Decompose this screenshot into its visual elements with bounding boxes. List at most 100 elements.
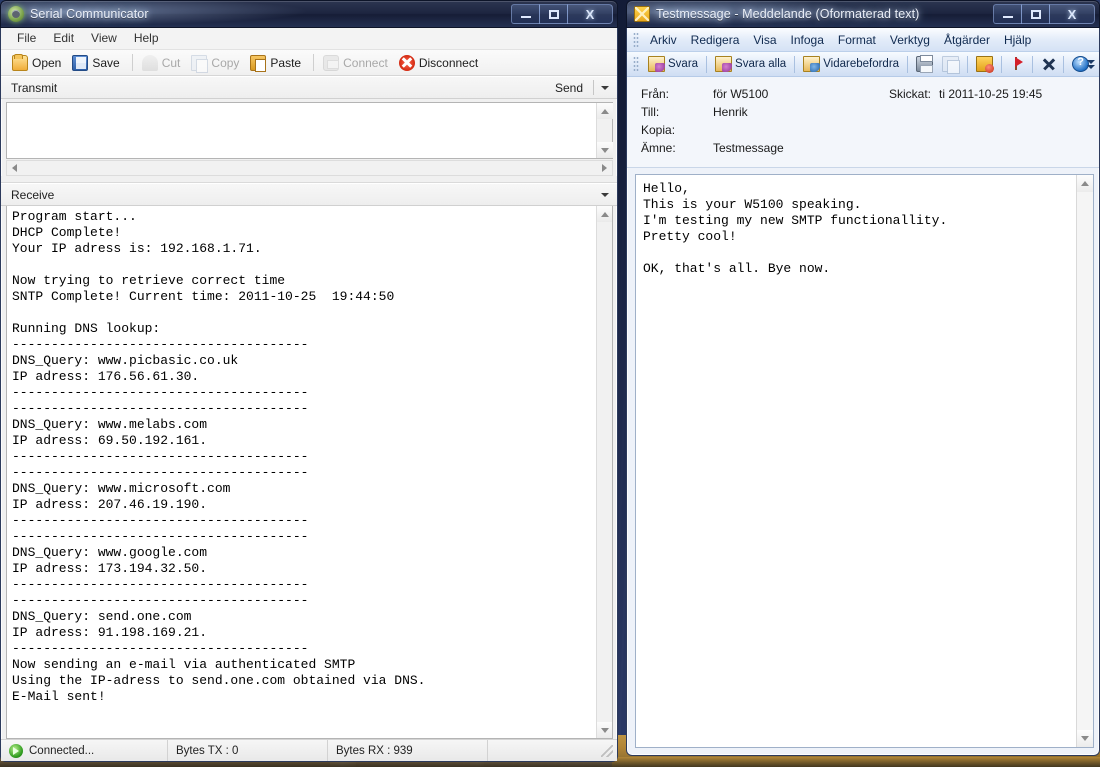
mail-window-title: Testmessage - Meddelande (Oformaterad te…: [656, 7, 919, 21]
transmit-label: Transmit: [11, 81, 57, 95]
close-button[interactable]: X: [567, 4, 613, 24]
mail-vertical-scrollbar[interactable]: [1076, 175, 1093, 747]
mail-titlebar[interactable]: Testmessage - Meddelande (Oformaterad te…: [626, 0, 1100, 28]
panel-divider: [1, 176, 617, 183]
serial-window-body: File Edit View Help Open Save Cut Copy: [0, 28, 618, 762]
mail-reading-pane[interactable]: Hello, This is your W5100 speaking. I'm …: [635, 174, 1094, 748]
to-value: Henrik: [713, 105, 748, 119]
menu-atgarder[interactable]: Åtgärder: [937, 30, 997, 50]
reply-all-button[interactable]: Svara alla: [711, 55, 790, 73]
forward-button[interactable]: Vidarebefordra: [799, 55, 903, 73]
save-button-label: Save: [92, 56, 119, 70]
menubar-grip-icon[interactable]: [633, 32, 639, 48]
outlook-menubar[interactable]: Arkiv Redigera Visa Infoga Format Verkty…: [627, 28, 1099, 52]
minimize-button[interactable]: [511, 4, 540, 24]
connected-icon: [9, 744, 23, 758]
paste-button[interactable]: Paste: [247, 53, 307, 73]
menu-edit[interactable]: Edit: [46, 29, 82, 48]
clipboard-icon: [250, 55, 266, 71]
open-button[interactable]: Open: [9, 53, 67, 73]
ol-separator-5: [1001, 56, 1002, 73]
transmit-scroll-down-button[interactable]: [597, 142, 613, 158]
transmit-header-separator: [593, 80, 594, 95]
cut-button-label: Cut: [162, 56, 181, 70]
arrow-down-icon: [601, 148, 609, 153]
chevron-down-icon: [601, 193, 609, 197]
receive-scroll-down-button[interactable]: [597, 722, 613, 738]
transmit-scroll-up-button[interactable]: [597, 103, 613, 119]
toolbar-grip-icon[interactable]: [633, 56, 639, 72]
mail-window-body: Arkiv Redigera Visa Infoga Format Verkty…: [626, 28, 1100, 756]
outlook-message-window[interactable]: Testmessage - Meddelande (Oformaterad te…: [626, 0, 1100, 756]
transmit-scroll-left-button[interactable]: [7, 161, 22, 175]
reply-all-icon: [715, 56, 732, 72]
print-button[interactable]: [912, 55, 937, 73]
serial-window-controls[interactable]: X: [512, 4, 613, 25]
maximize-button[interactable]: [539, 4, 568, 24]
arrow-down-icon: [1081, 736, 1089, 741]
maximize-button[interactable]: [1021, 4, 1050, 24]
mark-unread-icon: [976, 56, 993, 72]
ol-separator-4: [967, 56, 968, 73]
minimize-button[interactable]: [993, 4, 1022, 24]
from-label: Från:: [641, 87, 713, 101]
menu-verktyg[interactable]: Verktyg: [883, 30, 937, 50]
serial-toolbar[interactable]: Open Save Cut Copy Paste Connec: [1, 50, 617, 76]
menu-hjalp[interactable]: Hjälp: [997, 30, 1038, 50]
reply-button[interactable]: Svara: [644, 55, 702, 73]
mail-scroll-up-button[interactable]: [1077, 175, 1094, 192]
receive-textarea-wrap[interactable]: Program start... DHCP Complete! Your IP …: [6, 206, 613, 739]
mail-window-controls[interactable]: X: [994, 4, 1095, 25]
receive-vertical-scrollbar[interactable]: [596, 206, 612, 738]
transmit-textarea-wrap[interactable]: [6, 102, 613, 159]
floppy-disk-icon: [72, 55, 88, 71]
mail-header-row-from: Från: för W5100 Skickat: ti 2011-10-25 1…: [627, 87, 1099, 105]
copy-button: Copy: [188, 53, 245, 73]
mark-unread-button[interactable]: [972, 55, 997, 73]
menu-arkiv[interactable]: Arkiv: [643, 30, 684, 50]
send-button[interactable]: Send: [548, 81, 590, 95]
cc-label: Kopia:: [641, 123, 713, 137]
serial-communicator-window[interactable]: Serial Communicator X File Edit View Hel…: [0, 0, 618, 762]
menu-visa[interactable]: Visa: [746, 30, 783, 50]
transmit-dropdown-button[interactable]: [597, 79, 613, 96]
receive-scroll-up-button[interactable]: [597, 206, 613, 222]
cut-button: Cut: [139, 53, 187, 73]
arrow-right-icon: [602, 164, 607, 172]
connect-button: Connect: [320, 53, 394, 73]
subject-label: Ämne:: [641, 141, 713, 155]
transmit-horizontal-scrollbar[interactable]: [6, 160, 613, 176]
connection-status-cell: Connected...: [1, 740, 168, 761]
transmit-scroll-right-button[interactable]: [597, 161, 612, 175]
serial-menubar[interactable]: File Edit View Help: [1, 28, 617, 50]
menu-infoga[interactable]: Infoga: [784, 30, 831, 50]
chevron-down-icon: [1087, 60, 1095, 64]
receive-dropdown-button[interactable]: [597, 186, 613, 203]
delete-button[interactable]: [1037, 55, 1059, 73]
save-button[interactable]: Save: [69, 53, 125, 73]
folder-open-icon: [12, 55, 28, 71]
flag-button[interactable]: [1006, 55, 1028, 73]
transmit-input[interactable]: [7, 103, 596, 158]
menu-file[interactable]: File: [10, 29, 44, 48]
toolbar-overflow-button[interactable]: [1085, 54, 1097, 74]
disconnect-button[interactable]: Disconnect: [396, 53, 484, 73]
transmit-vertical-scrollbar[interactable]: [596, 103, 612, 158]
menu-format[interactable]: Format: [831, 30, 883, 50]
serial-titlebar[interactable]: Serial Communicator X: [0, 0, 618, 28]
flag-icon: [1010, 56, 1024, 72]
menu-help[interactable]: Help: [127, 29, 167, 48]
menu-view[interactable]: View: [84, 29, 125, 48]
menu-redigera[interactable]: Redigera: [684, 30, 747, 50]
resize-grip-icon: [601, 745, 613, 757]
close-button[interactable]: X: [1049, 4, 1095, 24]
statusbar-resize-grip[interactable]: [488, 740, 617, 761]
arrow-up-icon: [601, 109, 609, 114]
toolbar-separator-1: [132, 54, 133, 71]
receive-output: Program start... DHCP Complete! Your IP …: [7, 206, 596, 738]
mail-scroll-down-button[interactable]: [1077, 730, 1094, 747]
arrow-left-icon: [12, 164, 17, 172]
outlook-toolbar[interactable]: Svara Svara alla Vidarebefordra: [627, 52, 1099, 77]
mail-header-row-cc: Kopia:: [627, 123, 1099, 141]
mail-header-row-to: Till: Henrik: [627, 105, 1099, 123]
